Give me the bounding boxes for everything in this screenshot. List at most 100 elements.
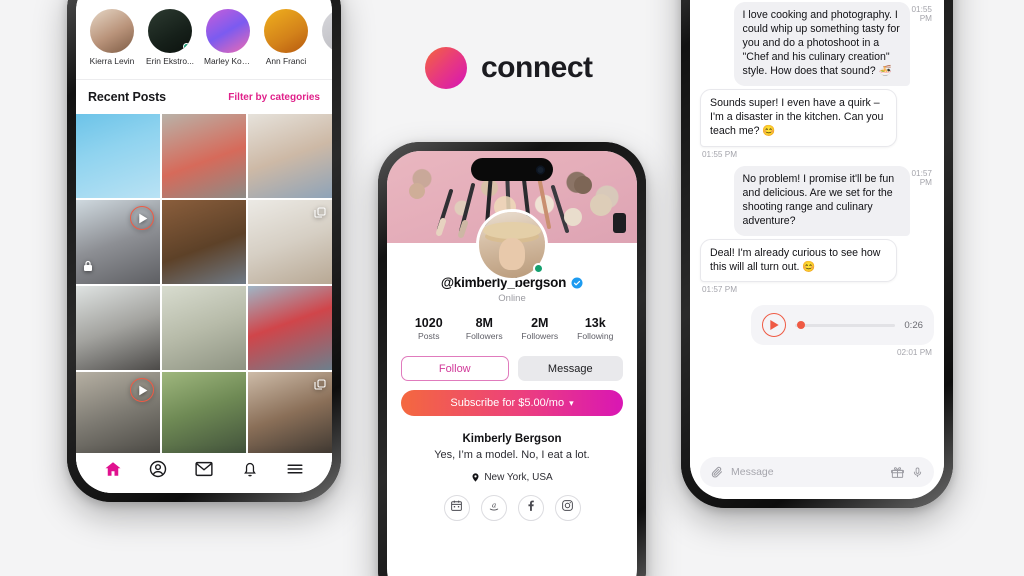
online-indicator-dot	[533, 263, 544, 274]
recent-posts-header: Recent Posts Filter by categories	[76, 80, 332, 114]
tab-home[interactable]	[100, 458, 126, 484]
svg-text:a: a	[491, 501, 495, 510]
stat-label: Followers	[465, 331, 503, 341]
instagram-icon	[561, 499, 574, 517]
voice-progress-knob[interactable]	[797, 321, 806, 330]
avatar[interactable]	[322, 9, 332, 53]
locked-badge	[82, 259, 94, 278]
profile-bio: Yes, I’m a model. No, I eat a lot.	[434, 449, 590, 461]
stat-label: Following	[577, 331, 614, 341]
filter-by-categories-link[interactable]: Filter by categories	[228, 92, 320, 103]
brand-name: connect	[481, 51, 593, 84]
message-timestamp: 01:55 PM	[702, 149, 738, 159]
multi-photo-icon	[314, 207, 326, 218]
social-link-calendar[interactable]	[443, 495, 470, 521]
post-image	[162, 200, 246, 284]
suggested-users-list[interactable]: Kierra Levin Erin Ekstro... Marley Kors...…	[76, 9, 332, 75]
post-thumbnail[interactable]	[76, 114, 160, 198]
stat-followers-2[interactable]: 8M Followers	[457, 316, 513, 341]
play-icon[interactable]	[762, 313, 787, 338]
post-thumbnail[interactable]	[162, 200, 246, 284]
voice-duration: 0:26	[904, 319, 923, 331]
message-input[interactable]: Message	[731, 466, 883, 478]
message-bubble[interactable]: Deal! I'm already curious to see how thi…	[700, 238, 897, 283]
video-badge	[130, 378, 154, 402]
chat-screen: Oh, that's definitely out of the ordinar…	[690, 0, 944, 499]
post-thumbnail[interactable]	[248, 286, 332, 370]
stat-value: 1020	[414, 316, 443, 330]
message-bubble[interactable]: I love cooking and photography. I could …	[733, 1, 910, 86]
suggested-user-5[interactable]: M	[320, 9, 332, 75]
stat-value: 8M	[475, 316, 493, 330]
message-composer[interactable]: Message	[700, 457, 934, 487]
subscribe-button[interactable]: Subscribe for $5.00/mo ▾	[401, 390, 623, 416]
facebook-icon	[524, 499, 537, 517]
post-thumbnail[interactable]	[76, 200, 160, 284]
microphone-icon[interactable]	[912, 466, 923, 479]
message-row: Deal! I'm already curious to see how thi…	[700, 238, 934, 283]
home-icon	[104, 460, 122, 483]
stat-posts-1[interactable]: 1020 Posts	[401, 316, 457, 341]
screenshot-stage: Suggested users View all Kierra Levin Eri…	[0, 0, 1024, 576]
voice-message-bubble[interactable]: 0:26	[751, 305, 934, 346]
gift-icon[interactable]	[891, 466, 904, 479]
stat-label: Followers	[521, 331, 559, 341]
follow-button[interactable]: Follow	[401, 356, 509, 381]
voice-progress-track[interactable]	[795, 321, 896, 330]
social-link-amazon[interactable]: a	[480, 495, 507, 521]
suggested-user-name: Ann Franci	[265, 56, 307, 66]
stat-following-4[interactable]: 13k Following	[568, 316, 624, 341]
avatar[interactable]	[148, 9, 192, 53]
post-thumbnail[interactable]	[162, 114, 246, 198]
avatar[interactable]	[264, 9, 308, 53]
avatar[interactable]	[90, 9, 134, 53]
chat-thread: Oh, that's definitely out of the ordinar…	[690, 0, 944, 499]
stat-followers-3[interactable]: 2M Followers	[512, 316, 568, 341]
profile-icon	[149, 460, 167, 483]
tab-profile[interactable]	[145, 458, 171, 484]
bottom-tab-bar[interactable]	[76, 453, 332, 493]
amazon-icon: a	[487, 499, 501, 517]
carousel-badge	[314, 378, 326, 396]
recent-posts-grid[interactable]	[76, 114, 332, 456]
multi-photo-icon	[314, 379, 326, 390]
message-bubble[interactable]: Sounds super! I even have a quirk – I'm …	[700, 88, 897, 147]
suggested-user-1[interactable]: Kierra Levin	[88, 9, 136, 75]
brand-logo: connect	[425, 47, 593, 89]
post-thumbnail[interactable]	[76, 286, 160, 370]
social-link-instagram[interactable]	[554, 495, 581, 521]
post-thumbnail[interactable]	[248, 114, 332, 198]
suggested-user-2[interactable]: Erin Ekstro...	[146, 9, 194, 75]
chevron-down-icon: ▾	[569, 397, 574, 408]
post-thumbnail[interactable]	[162, 372, 246, 456]
post-image	[162, 286, 246, 370]
suggested-users-header: Suggested users View all	[76, 0, 332, 9]
lock-icon	[84, 260, 92, 271]
avatar[interactable]	[206, 9, 250, 53]
profile-stats[interactable]: 1020 Posts 8M Followers 2M Followers 13k Follow…	[401, 316, 623, 341]
post-image	[248, 114, 332, 198]
post-image	[76, 114, 160, 198]
social-link-facebook[interactable]	[517, 495, 544, 521]
post-thumbnail[interactable]	[162, 286, 246, 370]
post-thumbnail[interactable]	[248, 200, 332, 284]
message-timestamp: 01:57 PM	[911, 168, 933, 187]
social-links[interactable]: a	[401, 495, 623, 521]
suggested-user-4[interactable]: Ann Franci	[262, 9, 310, 75]
post-thumbnail[interactable]	[248, 372, 332, 456]
avatar[interactable]	[476, 209, 548, 281]
post-thumbnail[interactable]	[76, 372, 160, 456]
tab-notifications[interactable]	[237, 458, 263, 484]
message-button[interactable]: Message	[517, 356, 623, 381]
tab-menu[interactable]	[282, 458, 308, 484]
menu-icon	[286, 461, 304, 482]
suggested-user-3[interactable]: Marley Kors...	[204, 9, 252, 75]
voice-message[interactable]: 0:26	[700, 305, 934, 346]
post-image	[162, 372, 246, 456]
tab-messages[interactable]	[191, 458, 217, 484]
profile-phone: @kimberly_bergson Online 1020 Posts 8M Foll…	[378, 142, 646, 576]
paperclip-icon[interactable]	[711, 466, 723, 478]
message-list: Oh, that's definitely out of the ordinar…	[700, 0, 934, 301]
suggested-user-name: Marley Kors...	[204, 56, 252, 66]
message-bubble[interactable]: No problem! I promise it'll be fun and d…	[733, 165, 910, 236]
